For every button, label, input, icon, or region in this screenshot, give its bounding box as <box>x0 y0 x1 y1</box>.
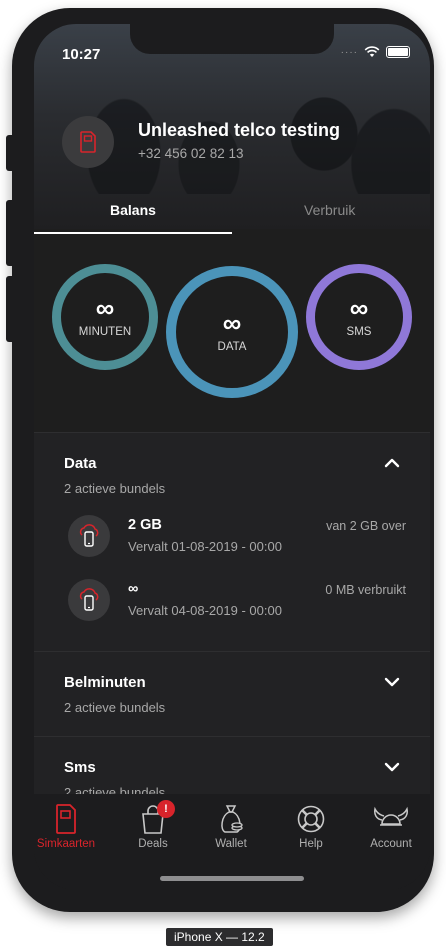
home-indicator[interactable] <box>160 876 304 881</box>
sms-label: SMS <box>346 326 372 338</box>
tab-wallet[interactable]: Wallet <box>195 804 267 850</box>
belminuten-section-title[interactable]: Belminuten <box>64 674 146 691</box>
volume-up-button <box>6 200 13 266</box>
app-screen: 10:27 ···· Unleashed telco testing +32 4… <box>34 24 430 890</box>
data-ring[interactable]: ∞ DATA <box>166 266 298 398</box>
mute-switch <box>6 135 13 171</box>
device-notch <box>130 24 334 54</box>
list-item[interactable]: ∞ Vervalt 04-08-2019 - 00:00 0 MB verbru… <box>34 579 430 635</box>
volume-down-button <box>6 276 13 342</box>
sms-section: Sms 2 actieve bundels <box>34 736 430 801</box>
cloud-phone-icon <box>68 515 110 557</box>
minutes-value: ∞ <box>95 293 115 323</box>
tab-verbruik[interactable]: Verbruik <box>304 202 355 218</box>
bundle-title: ∞ <box>128 581 139 597</box>
chevron-down-icon[interactable] <box>382 757 402 777</box>
deals-badge: ! <box>157 800 175 818</box>
tab-simkaarten[interactable]: Simkaarten <box>34 804 102 850</box>
sim-avatar <box>62 116 114 168</box>
sim-card-icon <box>80 131 96 153</box>
sms-value: ∞ <box>349 293 369 323</box>
bundle-remaining: van 2 GB over <box>326 519 406 533</box>
sim-card-icon <box>56 804 76 834</box>
tab-label: Account <box>370 838 412 850</box>
tab-deals[interactable]: ! Deals <box>117 800 189 850</box>
status-time: 10:27 <box>62 46 101 63</box>
battery-icon <box>386 46 410 58</box>
tab-label: Wallet <box>215 838 247 850</box>
bundle-expiry: Vervalt 04-08-2019 - 00:00 <box>128 603 282 618</box>
minutes-label: MINUTEN <box>78 326 132 338</box>
data-label: DATA <box>217 341 247 353</box>
tab-label: Simkaarten <box>36 838 96 850</box>
minutes-ring[interactable]: ∞ MINUTEN <box>52 264 158 370</box>
data-section: Data 2 actieve bundels 2 GB Vervalt 01-0… <box>34 432 430 651</box>
tab-balans[interactable]: Balans <box>110 202 156 218</box>
bundle-title: 2 GB <box>128 517 162 533</box>
list-item[interactable]: 2 GB Vervalt 01-08-2019 - 00:00 van 2 GB… <box>34 515 430 571</box>
balance-overview: ∞ MINUTEN ∞ DATA ∞ SMS <box>34 234 430 432</box>
lifebuoy-icon <box>297 805 325 833</box>
belminuten-section: Belminuten 2 actieve bundels <box>34 651 430 736</box>
status-icons: ···· <box>341 46 410 58</box>
signal-icon: ···· <box>340 46 358 58</box>
bundle-usage: 0 MB verbruikt <box>325 583 406 597</box>
money-bag-icon <box>221 805 243 833</box>
belminuten-section-subtitle: 2 actieve bundels <box>64 700 166 715</box>
tab-account[interactable]: Account <box>355 804 427 850</box>
bottom-tab-bar: Simkaarten ! Deals Wallet Help Account <box>34 794 430 890</box>
device-caption: iPhone X — 12.2 <box>166 928 273 946</box>
data-section-subtitle: 2 actieve bundels <box>64 481 166 496</box>
tab-label: Help <box>299 838 323 850</box>
account-name: Unleashed telco testing <box>138 120 341 140</box>
wifi-icon <box>364 46 380 57</box>
bundle-sections: Data 2 actieve bundels 2 GB Vervalt 01-0… <box>34 432 430 801</box>
tab-label: Deals <box>138 838 168 850</box>
data-value: ∞ <box>222 308 242 338</box>
sms-ring[interactable]: ∞ SMS <box>306 264 412 370</box>
data-section-title[interactable]: Data <box>64 455 97 472</box>
chevron-down-icon[interactable] <box>382 672 402 692</box>
account-phone: +32 456 02 82 13 <box>138 146 244 161</box>
viking-helmet-icon <box>374 806 408 826</box>
cloud-phone-icon <box>68 579 110 621</box>
chevron-up-icon[interactable] <box>382 453 402 473</box>
tab-help[interactable]: Help <box>275 804 347 850</box>
bundle-expiry: Vervalt 01-08-2019 - 00:00 <box>128 539 282 554</box>
sms-section-title[interactable]: Sms <box>64 759 96 776</box>
